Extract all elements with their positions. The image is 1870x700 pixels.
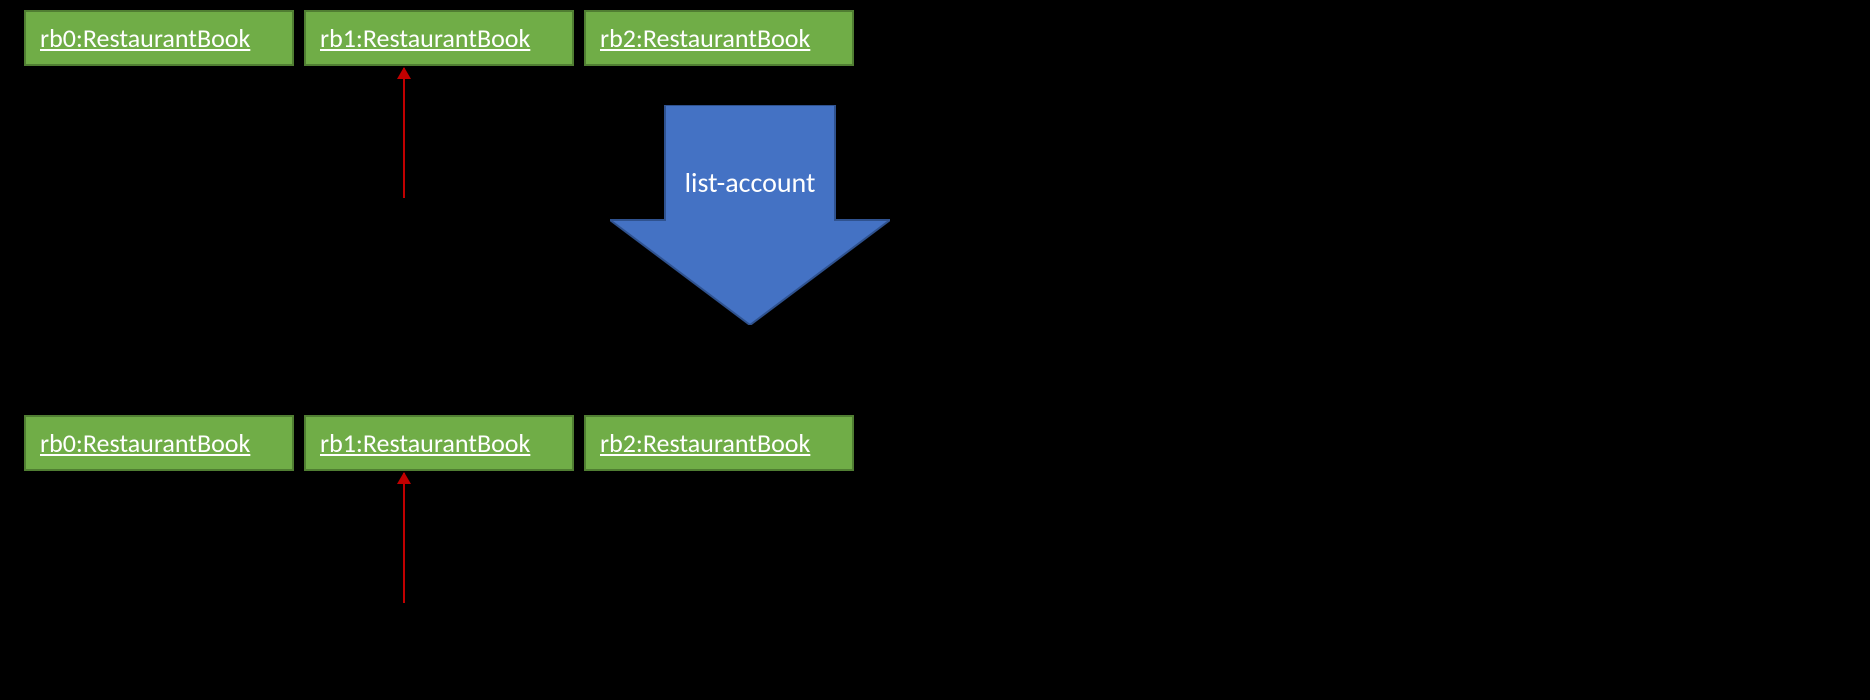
transition-arrow: list-account <box>610 105 890 325</box>
current-pointer-arrow-top <box>403 68 405 198</box>
object-label: rb0:RestaurantBook <box>40 22 250 54</box>
current-pointer-arrow-bottom <box>403 473 405 603</box>
object-label: rb0:RestaurantBook <box>40 427 250 459</box>
object-box-rb0-bottom: rb0:RestaurantBook <box>24 415 294 471</box>
object-box-rb0-top: rb0:RestaurantBook <box>24 10 294 66</box>
object-label: rb1:RestaurantBook <box>320 427 530 459</box>
object-box-rb2-top: rb2:RestaurantBook <box>584 10 854 66</box>
object-label: rb2:RestaurantBook <box>600 22 810 54</box>
transition-arrow-label: list-account <box>610 165 890 200</box>
object-box-rb1-top: rb1:RestaurantBook <box>304 10 574 66</box>
object-box-rb1-bottom: rb1:RestaurantBook <box>304 415 574 471</box>
object-box-rb2-bottom: rb2:RestaurantBook <box>584 415 854 471</box>
down-arrow-icon <box>610 105 890 325</box>
object-label: rb1:RestaurantBook <box>320 22 530 54</box>
object-label: rb2:RestaurantBook <box>600 427 810 459</box>
